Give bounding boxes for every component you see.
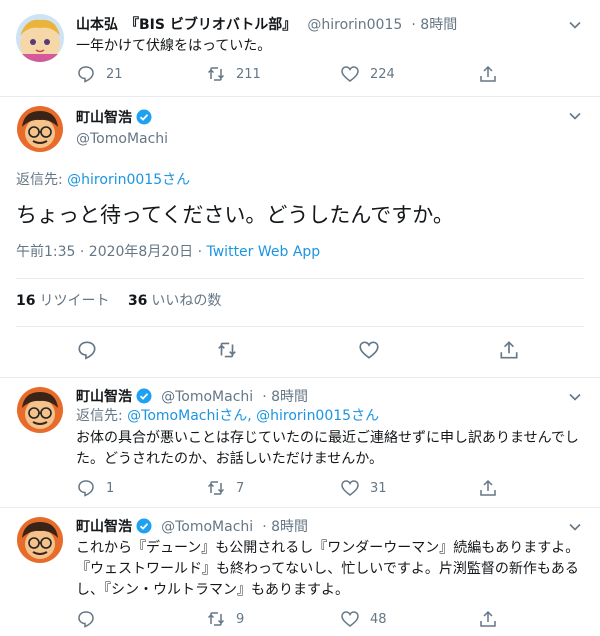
tweet-meta: 午前1:35 · 2020年8月20日 · Twitter Web App xyxy=(16,242,320,262)
retweet-button[interactable] xyxy=(216,339,248,361)
verified-badge-icon xyxy=(136,388,152,404)
tweet-source[interactable]: Twitter Web App xyxy=(207,244,321,260)
heart-icon xyxy=(341,611,359,627)
share-button[interactable] xyxy=(478,609,508,629)
reply-prefix: 返信先: xyxy=(76,408,128,424)
reply-icon xyxy=(78,480,94,497)
main-tweet: 町山智浩 @TomoMachi 返信先: @hirorin0015さん ちょっと… xyxy=(0,97,600,377)
retweet-icon xyxy=(218,342,236,358)
author-name[interactable]: 町山智浩 xyxy=(76,110,132,126)
author-handle[interactable]: @TomoMachi xyxy=(76,129,168,149)
reply-button[interactable]: 1 xyxy=(76,478,114,498)
like-count: 31 xyxy=(370,480,387,496)
reply-count: 1 xyxy=(106,480,115,496)
parent-tweet[interactable]: 山本弘 『BIS ビブリオバトル部』 @hirorin0015 · 8時間 一年… xyxy=(0,0,600,96)
like-button[interactable]: 31 xyxy=(340,478,387,498)
tweet-text: お体の具合が悪いことは存じていたのに最近ご連絡せずに申し訳ありませんでした。どう… xyxy=(76,430,579,467)
tweet-text: 一年かけて伏線をはっていた。 xyxy=(76,38,272,54)
author-name[interactable]: 山本弘 『BIS ビブリオバトル部』 xyxy=(76,17,296,33)
tweet-timestamp[interactable]: 午前1:35 · 2020年8月20日 · xyxy=(16,244,207,260)
reply-icon xyxy=(78,611,94,628)
avatar[interactable] xyxy=(16,386,64,434)
reply-button[interactable] xyxy=(76,609,106,629)
verified-badge-icon xyxy=(136,518,152,534)
author-name[interactable]: 町山智浩 xyxy=(76,389,132,405)
tweet-text: これから『デューン』も公開されるし『ワンダーウーマン』続編もありますよ。『ウェス… xyxy=(76,540,580,598)
reply-target-link[interactable]: @hirorin0015 xyxy=(256,408,351,424)
chevron-down-icon[interactable] xyxy=(568,520,582,534)
retweet-stat-count: 16 xyxy=(16,293,36,309)
divider xyxy=(16,278,584,279)
share-button[interactable] xyxy=(498,339,530,361)
tweet-time[interactable]: · 8時間 xyxy=(411,17,457,33)
reply-prefix: 返信先: xyxy=(16,172,68,188)
cartoon-avatar-image xyxy=(16,105,64,153)
chevron-down-icon[interactable] xyxy=(568,109,582,123)
retweet-count: 7 xyxy=(236,480,245,496)
reply-tweet[interactable]: 町山智浩 @TomoMachi · 8時間 これから『デューン』も公開されるし『… xyxy=(0,508,600,636)
reply-context: 返信先: @TomoMachiさん, @hirorin0015さん xyxy=(76,406,379,427)
share-icon xyxy=(480,65,496,82)
heart-icon xyxy=(341,66,359,82)
retweet-icon xyxy=(207,67,225,81)
engagement-stats: 16 リツイート 36 いいねの数 xyxy=(16,291,221,311)
reply-target-link[interactable]: @hirorin0015 xyxy=(67,172,162,188)
heart-icon xyxy=(341,480,359,496)
retweet-stat[interactable]: 16 リツイート xyxy=(16,293,109,309)
like-button[interactable]: 48 xyxy=(340,609,387,629)
heart-icon xyxy=(359,341,379,359)
reply-suffix: さん xyxy=(351,408,380,424)
author-handle[interactable]: @hirorin0015 xyxy=(307,17,402,33)
like-stat-count: 36 xyxy=(127,293,148,309)
reply-context: 返信先: @hirorin0015さん xyxy=(16,170,190,191)
share-icon xyxy=(480,479,496,496)
cartoon-avatar-image xyxy=(16,386,64,434)
reply-icon xyxy=(78,66,94,83)
reply-suffix: さん xyxy=(162,172,191,188)
retweet-icon xyxy=(207,612,225,626)
reply-mid: さん, xyxy=(219,408,257,424)
retweet-button[interactable]: 211 xyxy=(206,64,261,84)
retweet-count: 211 xyxy=(236,66,261,82)
avatar[interactable] xyxy=(16,516,64,564)
verified-badge-icon xyxy=(136,109,152,125)
avatar[interactable] xyxy=(16,14,64,62)
share-button[interactable] xyxy=(478,478,508,498)
like-button[interactable] xyxy=(358,339,390,361)
reply-icon xyxy=(78,341,96,360)
reply-tweet[interactable]: 町山智浩 @TomoMachi · 8時間 返信先: @TomoMachiさん,… xyxy=(0,378,600,507)
anime-avatar-image xyxy=(16,14,64,62)
tweet-time[interactable]: · 8時間 xyxy=(262,389,308,405)
retweet-stat-label: リツイート xyxy=(39,293,110,309)
share-icon xyxy=(480,610,496,627)
share-icon xyxy=(500,341,518,359)
reply-target-link[interactable]: @TomoMachi xyxy=(127,408,219,424)
tweet-text: ちょっと待ってください。どうしたんですか。 xyxy=(16,203,454,227)
author-handle[interactable]: @TomoMachi xyxy=(161,389,253,405)
chevron-down-icon[interactable] xyxy=(568,390,582,404)
author-name[interactable]: 町山智浩 xyxy=(76,519,132,535)
divider xyxy=(16,326,584,327)
avatar[interactable] xyxy=(16,105,64,153)
retweet-count: 9 xyxy=(236,611,245,627)
like-button[interactable]: 224 xyxy=(340,64,395,84)
retweet-icon xyxy=(207,481,225,495)
like-stat-label: いいねの数 xyxy=(151,293,222,309)
retweet-button[interactable]: 7 xyxy=(206,478,244,498)
author-handle[interactable]: @TomoMachi xyxy=(161,519,253,535)
retweet-button[interactable]: 9 xyxy=(206,609,244,629)
cartoon-avatar-image xyxy=(16,516,64,564)
reply-button[interactable]: 21 xyxy=(76,64,123,84)
like-count: 48 xyxy=(370,611,387,627)
reply-button[interactable] xyxy=(76,339,108,361)
share-button[interactable] xyxy=(478,64,508,84)
tweet-time[interactable]: · 8時間 xyxy=(262,519,308,535)
like-stat[interactable]: 36 いいねの数 xyxy=(128,293,221,309)
like-count: 224 xyxy=(370,66,395,82)
chevron-down-icon[interactable] xyxy=(568,18,582,32)
reply-count: 21 xyxy=(106,66,123,82)
